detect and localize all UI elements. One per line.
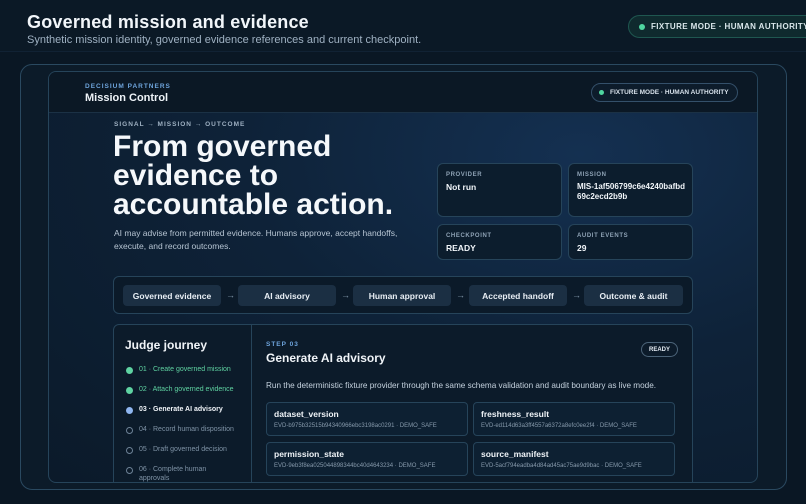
status-dot-icon — [639, 23, 645, 30]
journey-sidebar: Judge journey 01 · Create governed missi… — [114, 325, 252, 482]
arrow-right-icon: → — [341, 290, 350, 300]
journey-item-label: 05 · Draft governed decision — [139, 446, 227, 453]
evidence-card[interactable]: freshness_result EVD-ed114d63a3ff4557a63… — [473, 402, 675, 436]
evidence-card[interactable]: permission_state EVD-9eb3f8ea02504489834… — [266, 442, 468, 476]
check-dot-icon — [126, 367, 133, 374]
status-badge: READY — [641, 342, 679, 357]
brand-name: DECISIUM PARTNERS — [85, 83, 171, 90]
evidence-card[interactable]: source_manifest EVD-5acf794eadba4d84ad45… — [473, 442, 675, 476]
check-dot-icon — [126, 387, 133, 394]
journey-item-create-mission[interactable]: 01 · Create governed mission — [126, 366, 250, 375]
journey-title: Judge journey — [125, 338, 208, 352]
stat-label: CHECKPOINT — [446, 233, 492, 239]
page-subtitle: Synthetic mission identity, governed evi… — [27, 34, 422, 46]
journey-item-draft-decision[interactable]: 05 · Draft governed decision — [126, 446, 250, 455]
status-dot-icon — [599, 90, 604, 95]
top-bar: Governed mission and evidence Synthetic … — [0, 0, 806, 52]
panel-mode-pill: FIXTURE MODE · HUMAN AUTHORITY — [591, 83, 738, 102]
flow-step-accepted-handoff[interactable]: Accepted handoff — [469, 285, 567, 306]
flow-step-governed-evidence[interactable]: Governed evidence — [123, 285, 221, 306]
journey-item-label: 01 · Create governed mission — [139, 366, 231, 373]
panel-header: DECISIUM PARTNERS Mission Control FIXTUR… — [49, 72, 757, 113]
evidence-card-id: EVD-9eb3f8ea025044898344bc40d4643234 · D… — [274, 463, 436, 469]
stat-checkpoint: CHECKPOINT READY — [437, 224, 562, 260]
step-description: Run the deterministic fixture provider t… — [266, 381, 657, 390]
stat-value: MIS-1af506799c6e4240bafbd69c2ecd2b9b — [577, 182, 686, 201]
panel-mode-pill-label: FIXTURE MODE · HUMAN AUTHORITY — [610, 89, 729, 96]
evidence-card-title: source_manifest — [481, 449, 549, 459]
hero-kicker: SIGNAL → MISSION → OUTCOME — [114, 121, 246, 128]
stat-label: PROVIDER — [446, 172, 483, 178]
step-title: Generate AI advisory — [266, 351, 386, 365]
page-title: Governed mission and evidence — [27, 12, 309, 32]
stat-value: Not run — [446, 182, 477, 192]
stat-value: READY — [446, 243, 476, 253]
journey-panel: Judge journey 01 · Create governed missi… — [113, 324, 693, 482]
journey-item-label: 02 · Attach governed evidence — [139, 386, 234, 393]
evidence-card-title: permission_state — [274, 449, 344, 459]
evidence-card[interactable]: dataset_version EVD-b975b32515b94340966e… — [266, 402, 468, 436]
arrow-right-icon: → — [572, 290, 581, 300]
stat-mission: MISSION MIS-1af506799c6e4240bafbd69c2ecd… — [568, 163, 693, 217]
journey-item-label: 06 · Complete human approvals — [139, 466, 207, 482]
journey-item-record-disposition[interactable]: 04 · Record human disposition — [126, 426, 250, 435]
journey-item-label: 04 · Record human disposition — [139, 426, 234, 433]
stat-value: 29 — [577, 243, 587, 253]
evidence-card-id: EVD-b975b32515b94340966ebc3198ac0291 · D… — [274, 423, 437, 429]
mode-pill-label: FIXTURE MODE · HUMAN AUTHORITY — [651, 22, 806, 31]
stat-audit-events: AUDIT EVENTS 29 — [568, 224, 693, 260]
pending-dot-icon — [126, 467, 133, 474]
evidence-card-id: EVD-ed114d63a3ff4557a6372a8efc0ee2f4 · D… — [481, 423, 637, 429]
panel-title: Mission Control — [85, 92, 169, 104]
pending-dot-icon — [126, 427, 133, 434]
process-flow: Governed evidence → AI advisory → Human … — [113, 276, 693, 314]
mission-control-panel: DECISIUM PARTNERS Mission Control FIXTUR… — [48, 71, 758, 483]
step-kicker: STEP 03 — [266, 341, 299, 348]
hero-heading: From governed evidence to accountable ac… — [113, 130, 394, 221]
hero-description: AI may advise from permitted evidence. H… — [114, 228, 398, 251]
arrow-right-icon: → — [456, 290, 465, 300]
journey-item-generate-advisory[interactable]: 03 · Generate AI advisory — [126, 406, 250, 415]
flow-step-human-approval[interactable]: Human approval — [353, 285, 451, 306]
flow-step-ai-advisory[interactable]: AI advisory — [238, 285, 336, 306]
stat-label: AUDIT EVENTS — [577, 233, 629, 239]
active-dot-icon — [126, 407, 133, 414]
arrow-right-icon: → — [226, 290, 235, 300]
journey-item-complete-approvals[interactable]: 06 · Complete human approvals — [126, 466, 226, 482]
evidence-card-title: dataset_version — [274, 409, 339, 419]
stat-label: MISSION — [577, 172, 607, 178]
flow-step-outcome-audit[interactable]: Outcome & audit — [584, 285, 683, 306]
evidence-card-id: EVD-5acf794eadba4d84ad45ac75ae9d9bac · D… — [481, 463, 642, 469]
stat-provider: PROVIDER Not run — [437, 163, 562, 217]
mode-pill: FIXTURE MODE · HUMAN AUTHORITY — [628, 15, 806, 38]
journey-item-attach-evidence[interactable]: 02 · Attach governed evidence — [126, 386, 250, 395]
pending-dot-icon — [126, 447, 133, 454]
evidence-card-title: freshness_result — [481, 409, 550, 419]
journey-item-label: 03 · Generate AI advisory — [139, 406, 223, 413]
